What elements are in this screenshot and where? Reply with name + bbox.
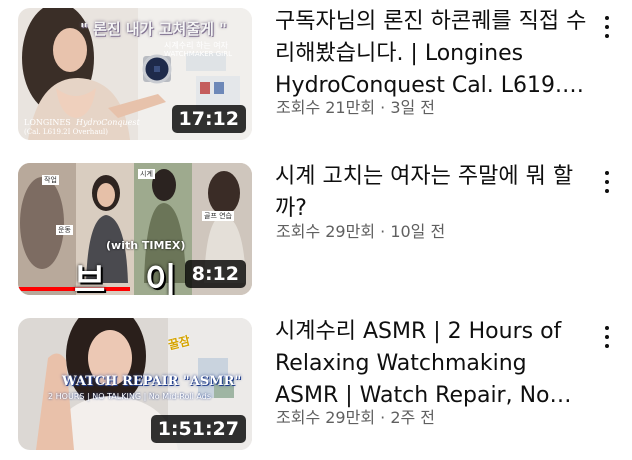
view-count: 조회수 29만회: [276, 408, 376, 427]
more-vert-icon[interactable]: [599, 14, 615, 40]
view-count: 조회수 21만회: [276, 98, 376, 117]
thumbnail-tag: 시계: [138, 169, 155, 179]
thumbnail-subtitle: 2 HOURS | NO TALKING | No Mid-Roll Ads: [48, 392, 211, 401]
more-vert-icon[interactable]: [599, 324, 615, 350]
video-meta: 조회수 29만회 · 10일 전: [276, 222, 446, 241]
thumbnail-brand-model: HydroConquest: [76, 118, 140, 127]
thumbnail-tag: 운동: [56, 225, 73, 235]
upload-age: 3일 전: [390, 98, 436, 117]
upload-age: 2주 전: [390, 408, 436, 427]
video-item[interactable]: 꿀잠 WATCH REPAIR "ASMR" 2 HOURS | NO TALK…: [0, 318, 632, 460]
video-title[interactable]: 시계 고치는 여자는 주말에 뭐 할까?: [275, 161, 593, 225]
video-meta: 조회수 29만회 · 2주 전: [276, 408, 436, 427]
thumbnail-headline: " 론진 내가 고쳐줄게 ": [80, 20, 227, 38]
video-thumbnail[interactable]: " 론진 내가 고쳐줄게 " 시계수리 하는 여자 WATCHMAKER GIR…: [18, 8, 252, 140]
thumbnail-subtitle-en: WATCHMAKER GIRL: [164, 50, 232, 58]
thumbnail-tag: 골프 연습: [202, 211, 234, 221]
upload-age: 10일 전: [390, 222, 446, 241]
video-thumbnail[interactable]: 꿀잠 WATCH REPAIR "ASMR" 2 HOURS | NO TALK…: [18, 318, 252, 450]
video-duration: 17:12: [171, 105, 246, 133]
video-title[interactable]: 시계수리 ASMR | 2 Hours of Relaxing Watchmak…: [275, 316, 593, 412]
video-duration: 8:12: [184, 260, 246, 288]
thumbnail-caption: (Cal. L619.2I Overhaul): [24, 128, 108, 136]
video-duration: 1:51:27: [150, 415, 246, 443]
video-thumbnail[interactable]: 작업 시계 운동 골프 연습 (with TIMEX) 브 이 로 그 8:12: [18, 163, 252, 295]
thumbnail-tag: 작업: [42, 175, 59, 185]
video-meta: 조회수 21만회 · 3일 전: [276, 98, 436, 117]
more-vert-icon[interactable]: [599, 169, 615, 195]
video-title[interactable]: 구독자님의 론진 하콘퀘를 직접 수리해봤습니다. | Longines Hyd…: [275, 6, 593, 102]
thumbnail-with-caption: (with TIMEX): [106, 239, 186, 252]
view-count: 조회수 29만회: [276, 222, 376, 241]
video-item[interactable]: " 론진 내가 고쳐줄게 " 시계수리 하는 여자 WATCHMAKER GIR…: [0, 8, 632, 150]
thumbnail-headline: WATCH REPAIR "ASMR": [62, 374, 242, 389]
thumbnail-brand: LONGINES: [24, 118, 71, 127]
video-item[interactable]: 작업 시계 운동 골프 연습 (with TIMEX) 브 이 로 그 8:12…: [0, 163, 632, 305]
